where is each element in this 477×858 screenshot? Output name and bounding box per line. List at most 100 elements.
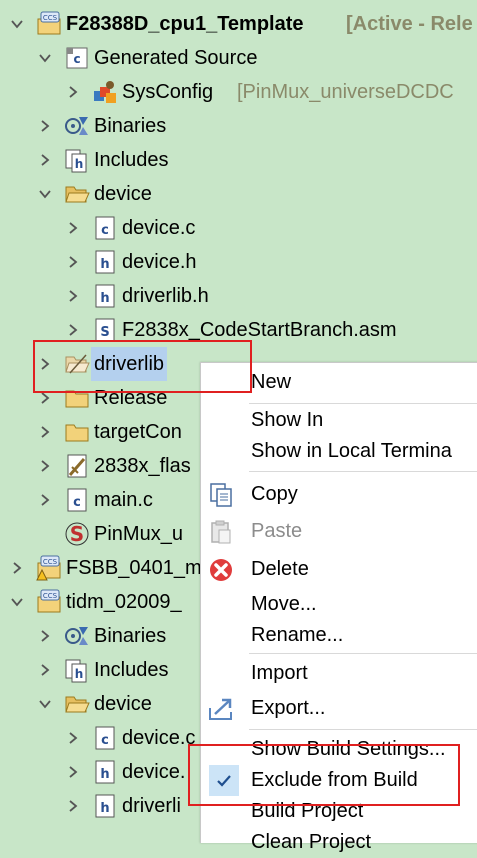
ccs-project-icon: CCS — [34, 7, 64, 41]
chevron-right-icon[interactable] — [64, 313, 82, 347]
menu-item-exclude-from-build[interactable]: Exclude from Build — [201, 765, 477, 796]
tree-item-label: device.c — [122, 217, 196, 239]
chevron-right-icon[interactable] — [36, 619, 54, 653]
svg-text:h: h — [100, 257, 109, 272]
chevron-right-icon[interactable] — [64, 75, 82, 109]
tree-item-label: FSBB_0401_m — [66, 557, 202, 579]
folder-open-icon — [62, 177, 92, 211]
menu-item-move[interactable]: Move... — [201, 589, 477, 620]
menu-separator — [249, 471, 477, 472]
folder-open-icon — [62, 687, 92, 721]
chevron-down-icon[interactable] — [8, 585, 26, 619]
menu-item-build-project[interactable]: Build Project — [201, 796, 477, 827]
chevron-right-icon[interactable] — [64, 789, 82, 823]
tree-item-label: tidm_02009_ — [66, 591, 182, 613]
chevron-right-icon[interactable] — [64, 279, 82, 313]
h-file-icon: h — [90, 755, 120, 789]
folder-icon — [62, 381, 92, 415]
menu-item-clean-project[interactable]: Clean Project — [201, 827, 477, 858]
svg-text:h: h — [75, 667, 84, 681]
menu-separator — [249, 729, 477, 730]
menu-item-copy[interactable]: Copy — [201, 479, 477, 510]
chevron-down-icon[interactable] — [36, 41, 54, 75]
tree-item-label: Includes — [94, 149, 169, 171]
menu-item-delete[interactable]: Delete — [201, 554, 477, 585]
svg-text:h: h — [100, 291, 109, 306]
menu-item-show-build-settings[interactable]: Show Build Settings... — [201, 734, 477, 765]
menu-label-show-in-terminal: Show in Local Termina — [251, 440, 452, 462]
tree-item-decoration: [PinMux_universeDCDC — [237, 81, 454, 103]
tree-item-label: Binaries — [94, 625, 167, 647]
chevron-right-icon[interactable] — [64, 755, 82, 789]
svg-text:CCS: CCS — [43, 558, 58, 566]
menu-label-exclude-from-build: Exclude from Build — [251, 769, 418, 791]
tree-item-label: Binaries — [94, 115, 167, 137]
tree-item-label: targetCon — [94, 421, 182, 443]
tree-item-label: device — [94, 183, 152, 205]
tree-item-label: Generated Source — [94, 47, 258, 69]
chevron-down-icon[interactable] — [36, 687, 54, 721]
menu-item-import[interactable]: Import — [201, 658, 477, 689]
menu-item-show-in-terminal[interactable]: Show in Local Termina — [201, 436, 477, 467]
chevron-right-icon[interactable] — [36, 483, 54, 517]
tree-item[interactable]: c device.c — [0, 211, 477, 245]
source-folder-icon: c — [62, 41, 92, 75]
chevron-right-icon[interactable] — [36, 109, 54, 143]
tree-item[interactable]: h driverlib.h — [0, 279, 477, 313]
menu-label-build-project: Build Project — [251, 800, 364, 822]
tree-item[interactable]: SysConfig [PinMux_universeDCDC — [0, 75, 477, 109]
tree-item[interactable]: c Generated Source — [0, 41, 477, 75]
svg-text:CCS: CCS — [43, 592, 58, 600]
includes-icon: h — [62, 143, 92, 177]
menu-label-copy: Copy — [251, 483, 298, 505]
chevron-right-icon[interactable] — [36, 653, 54, 687]
svg-text:h: h — [100, 801, 109, 816]
chevron-right-icon[interactable] — [64, 245, 82, 279]
tree-item[interactable]: device — [0, 177, 477, 211]
chevron-right-icon[interactable] — [64, 211, 82, 245]
chevron-right-icon[interactable] — [36, 381, 54, 415]
tree-item-label: SysConfig — [122, 81, 214, 103]
tree-item[interactable]: Binaries — [0, 109, 477, 143]
chevron-right-icon[interactable] — [36, 449, 54, 483]
svg-text:c: c — [101, 733, 109, 748]
cmd-file-icon — [62, 449, 92, 483]
menu-label-import: Import — [251, 662, 308, 684]
context-menu: New Show In Show in Local Termina Copy P… — [200, 362, 477, 853]
tree-item-label: device — [94, 693, 152, 715]
menu-separator — [249, 653, 477, 654]
chevron-right-icon[interactable] — [36, 415, 54, 449]
checkmark-icon — [209, 765, 239, 796]
chevron-down-icon[interactable] — [8, 7, 26, 41]
tree-item-label: F28388D_cpu1_Template — [66, 13, 304, 35]
svg-text:h: h — [100, 767, 109, 782]
menu-item-paste: Paste — [201, 516, 477, 547]
tree-item[interactable]: h Includes — [0, 143, 477, 177]
tree-item[interactable]: CCS F28388D_cpu1_Template [Active - Rele — [0, 7, 477, 41]
svg-text:S: S — [70, 522, 84, 546]
chevron-right-icon[interactable] — [8, 551, 26, 585]
menu-item-show-in[interactable]: Show In — [201, 405, 477, 436]
h-file-icon: h — [90, 279, 120, 313]
menu-item-export[interactable]: Export... — [201, 693, 477, 724]
chevron-right-icon[interactable] — [36, 347, 54, 381]
tree-item-label: device. — [122, 761, 186, 783]
menu-item-new[interactable]: New — [201, 367, 477, 398]
tree-item[interactable]: S F2838x_CodeStartBranch.asm — [0, 313, 477, 347]
svg-text:CCS: CCS — [43, 14, 58, 22]
h-file-icon: h — [90, 789, 120, 823]
delete-icon — [206, 555, 236, 585]
copy-icon — [206, 480, 236, 510]
menu-label-paste: Paste — [251, 520, 303, 542]
tree-item[interactable]: h device.h — [0, 245, 477, 279]
chevron-right-icon[interactable] — [64, 721, 82, 755]
chevron-down-icon[interactable] — [36, 177, 54, 211]
export-icon — [206, 694, 236, 724]
menu-label-rename: Rename... — [251, 624, 344, 646]
svg-text:S: S — [100, 325, 109, 340]
c-file-icon: c — [90, 721, 120, 755]
c-file-icon: c — [90, 211, 120, 245]
tree-item-label: driverlib.h — [122, 285, 209, 307]
chevron-right-icon[interactable] — [36, 143, 54, 177]
menu-item-rename[interactable]: Rename... — [201, 620, 477, 651]
